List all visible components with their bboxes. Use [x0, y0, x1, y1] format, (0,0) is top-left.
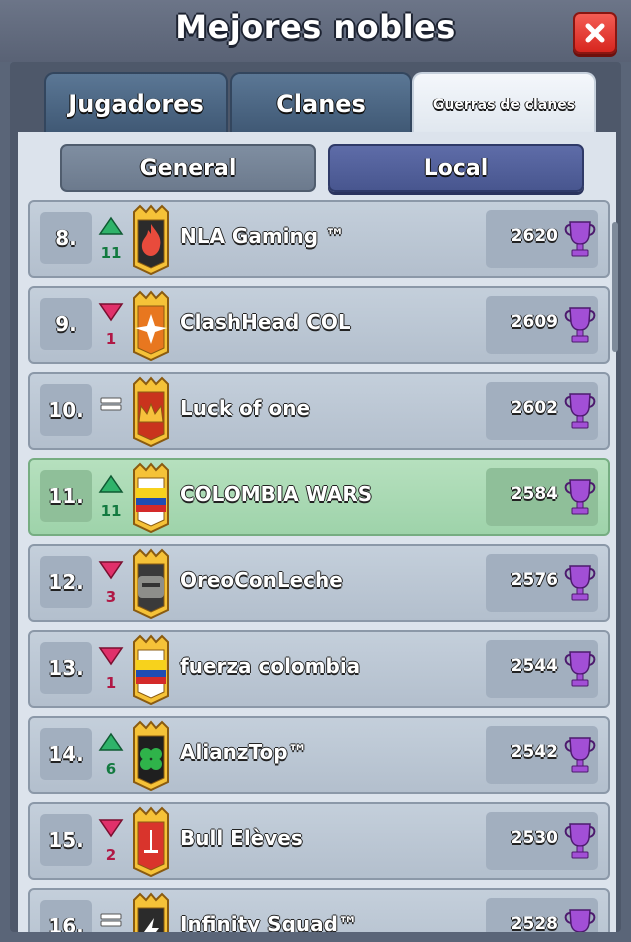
trophy-score: 2544	[510, 656, 558, 676]
rank-number: 13.	[40, 642, 92, 694]
leaderboard-list[interactable]: 8. 11 NLA Gaming ™ 2620 9. 1 ClashHead COL 2609…	[28, 198, 610, 932]
rank-number: 12.	[40, 556, 92, 608]
clan-name: ClashHead COL	[180, 310, 351, 334]
rank-number: 10.	[40, 384, 92, 436]
rank-down-icon: 2	[98, 816, 124, 864]
trophy-icon	[562, 218, 598, 260]
leaderboard-row[interactable]: 10. Luck of one 2602	[28, 372, 610, 450]
clan-badge	[126, 892, 176, 932]
rank-change: 11	[100, 502, 122, 520]
trophy-icon	[562, 476, 598, 518]
star-icon	[133, 290, 169, 362]
clan-name: fuerza colombia	[180, 654, 361, 678]
rank-down-icon: 1	[98, 644, 124, 692]
score-box: 2609	[486, 296, 598, 354]
clan-badge	[126, 204, 176, 276]
page-title: Mejores nobles	[175, 8, 456, 46]
trophy-icon	[562, 648, 598, 690]
flame-icon	[133, 204, 169, 276]
trophy-score: 2542	[510, 742, 558, 762]
clan-name: AlianzTop™	[180, 740, 308, 764]
trophy-icon	[562, 304, 598, 346]
rank-up-icon: 6	[98, 730, 124, 778]
trophy-score: 2620	[510, 226, 558, 246]
leaderboard-row[interactable]: 16. Infinity Squad™ 2528	[28, 888, 610, 932]
trophy-icon	[562, 906, 598, 932]
clan-badge	[126, 806, 176, 878]
colombia-flag-icon	[133, 462, 169, 534]
clan-badge	[126, 376, 176, 448]
rank-change: 6	[105, 760, 117, 778]
rank-change: 3	[105, 588, 117, 606]
trophy-icon	[562, 390, 598, 432]
rank-number: 16.	[40, 900, 92, 932]
rank-change: 11	[100, 244, 122, 262]
rank-same-icon	[98, 902, 124, 932]
tab-clanes[interactable]: Clanes	[230, 72, 412, 134]
clan-badge	[126, 720, 176, 792]
clan-badge	[126, 634, 176, 706]
leaderboard-row[interactable]: 14. 6 AlianzTop™ 2542	[28, 716, 610, 794]
lightning-icon	[133, 892, 169, 932]
rank-number: 14.	[40, 728, 92, 780]
trophy-icon	[562, 562, 598, 604]
trophy-icon	[562, 820, 598, 862]
rank-change: 1	[105, 330, 117, 348]
rank-change: 2	[105, 846, 117, 864]
leaderboard-row[interactable]: 11. 11 COLOMBIA WARS 2584	[28, 458, 610, 536]
score-box: 2542	[486, 726, 598, 784]
rank-number: 9.	[40, 298, 92, 350]
clan-name: Infinity Squad™	[180, 912, 358, 932]
score-box: 2620	[486, 210, 598, 268]
leaderboard-row[interactable]: 12. 3 OreoConLeche 2576	[28, 544, 610, 622]
score-box: 2528	[486, 898, 598, 932]
leaderboard-row[interactable]: 9. 1 ClashHead COL 2609	[28, 286, 610, 364]
clan-name: COLOMBIA WARS	[180, 482, 373, 506]
clan-badge	[126, 548, 176, 620]
clan-name: OreoConLeche	[180, 568, 343, 592]
leaderboard-row[interactable]: 8. 11 NLA Gaming ™ 2620	[28, 200, 610, 278]
score-box: 2584	[486, 468, 598, 526]
tab-guerras-de-clanes[interactable]: Guerras de clanes	[412, 72, 596, 136]
clan-badge	[126, 290, 176, 362]
colombia-flag-icon	[133, 634, 169, 706]
rank-change: 1	[105, 674, 117, 692]
trophy-icon	[562, 734, 598, 776]
trophy-score: 2530	[510, 828, 558, 848]
leaderboard-row[interactable]: 15. 2 Bull Elèves 2530	[28, 802, 610, 880]
tab-bar: Jugadores Clanes Guerras de clanes	[44, 72, 596, 136]
rank-number: 15.	[40, 814, 92, 866]
clan-name: Luck of one	[180, 396, 311, 420]
general-button[interactable]: General	[60, 144, 316, 192]
clan-name: NLA Gaming ™	[180, 224, 346, 248]
close-button[interactable]	[573, 12, 617, 54]
tab-jugadores[interactable]: Jugadores	[44, 72, 228, 134]
rank-up-icon: 11	[98, 214, 124, 262]
crown-icon	[133, 376, 169, 448]
trophy-score: 2528	[510, 914, 558, 932]
rank-number: 11.	[40, 470, 92, 522]
trophy-score: 2609	[510, 312, 558, 332]
clover-icon	[133, 720, 169, 792]
score-box: 2576	[486, 554, 598, 612]
local-button[interactable]: Local	[328, 144, 584, 192]
close-icon	[585, 23, 605, 43]
scrollbar[interactable]	[612, 222, 618, 352]
score-box: 2530	[486, 812, 598, 870]
rank-up-icon: 11	[98, 472, 124, 520]
rank-number: 8.	[40, 212, 92, 264]
trophy-score: 2576	[510, 570, 558, 590]
score-box: 2544	[486, 640, 598, 698]
rank-down-icon: 3	[98, 558, 124, 606]
clan-name: Bull Elèves	[180, 826, 303, 850]
rank-down-icon: 1	[98, 300, 124, 348]
trophy-score: 2584	[510, 484, 558, 504]
rank-same-icon	[98, 386, 124, 432]
trophy-score: 2602	[510, 398, 558, 418]
score-box: 2602	[486, 382, 598, 440]
leaderboard-row[interactable]: 13. 1 fuerza colombia 2544	[28, 630, 610, 708]
helmet-icon	[133, 548, 169, 620]
clan-badge	[126, 462, 176, 534]
sword-icon	[133, 806, 169, 878]
